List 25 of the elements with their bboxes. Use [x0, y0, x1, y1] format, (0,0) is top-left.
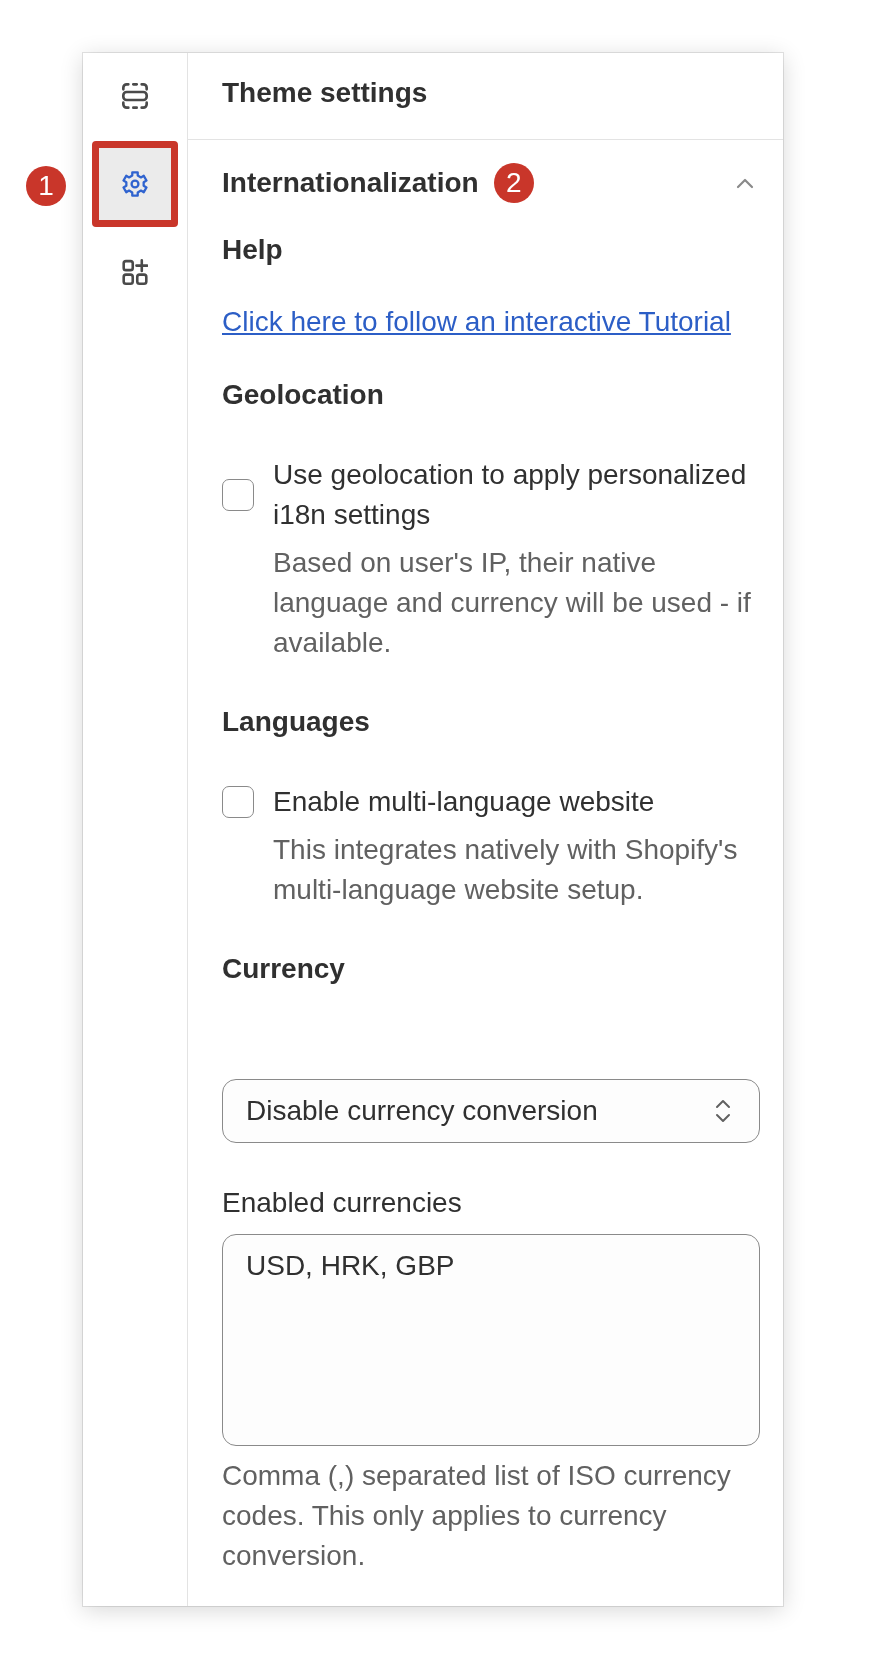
checkbox[interactable] — [222, 479, 254, 511]
panel-title: Theme settings — [222, 76, 428, 110]
callout-badge: 2 — [493, 163, 534, 203]
up-down-chevron-icon — [715, 1098, 731, 1124]
help-text: This integrates natively with Shopify's multi-language website setup. — [273, 833, 739, 907]
help-text: Based on user's IP, their native language and currency will be used - if available. — [273, 546, 752, 660]
grid-plus-icon — [122, 259, 148, 285]
section-title: Internationalization — [222, 166, 479, 200]
group-heading: Help — [222, 233, 284, 267]
group-heading: Geolocation — [222, 378, 385, 412]
group-heading: Languages — [222, 705, 371, 739]
settings-icon — [122, 171, 148, 197]
checkbox-label: Enable multi-language website — [273, 785, 656, 819]
sidebar-button[interactable] — [99, 148, 171, 220]
dashed-sections-icon — [122, 83, 148, 109]
field-label: Enabled currencies — [222, 1186, 463, 1220]
currencies-textarea[interactable]: USD, HRK, GBP — [222, 1234, 760, 1446]
checkbox[interactable] — [222, 786, 254, 818]
tutorial-link[interactable]: Click here to follow an interactive Tutorial — [222, 306, 731, 337]
currency-select[interactable]: Disable currency conversion — [222, 1079, 760, 1143]
group-heading: Currency — [222, 952, 346, 986]
help-text: Comma (,) separated list of ISO currency codes. This only applies to currency conversion. — [222, 1459, 732, 1573]
callout-badge: 1 — [26, 166, 66, 206]
chevron-up-icon[interactable] — [735, 177, 755, 189]
checkbox-label: Use geolocation to apply personalized i18n settings — [273, 458, 748, 532]
